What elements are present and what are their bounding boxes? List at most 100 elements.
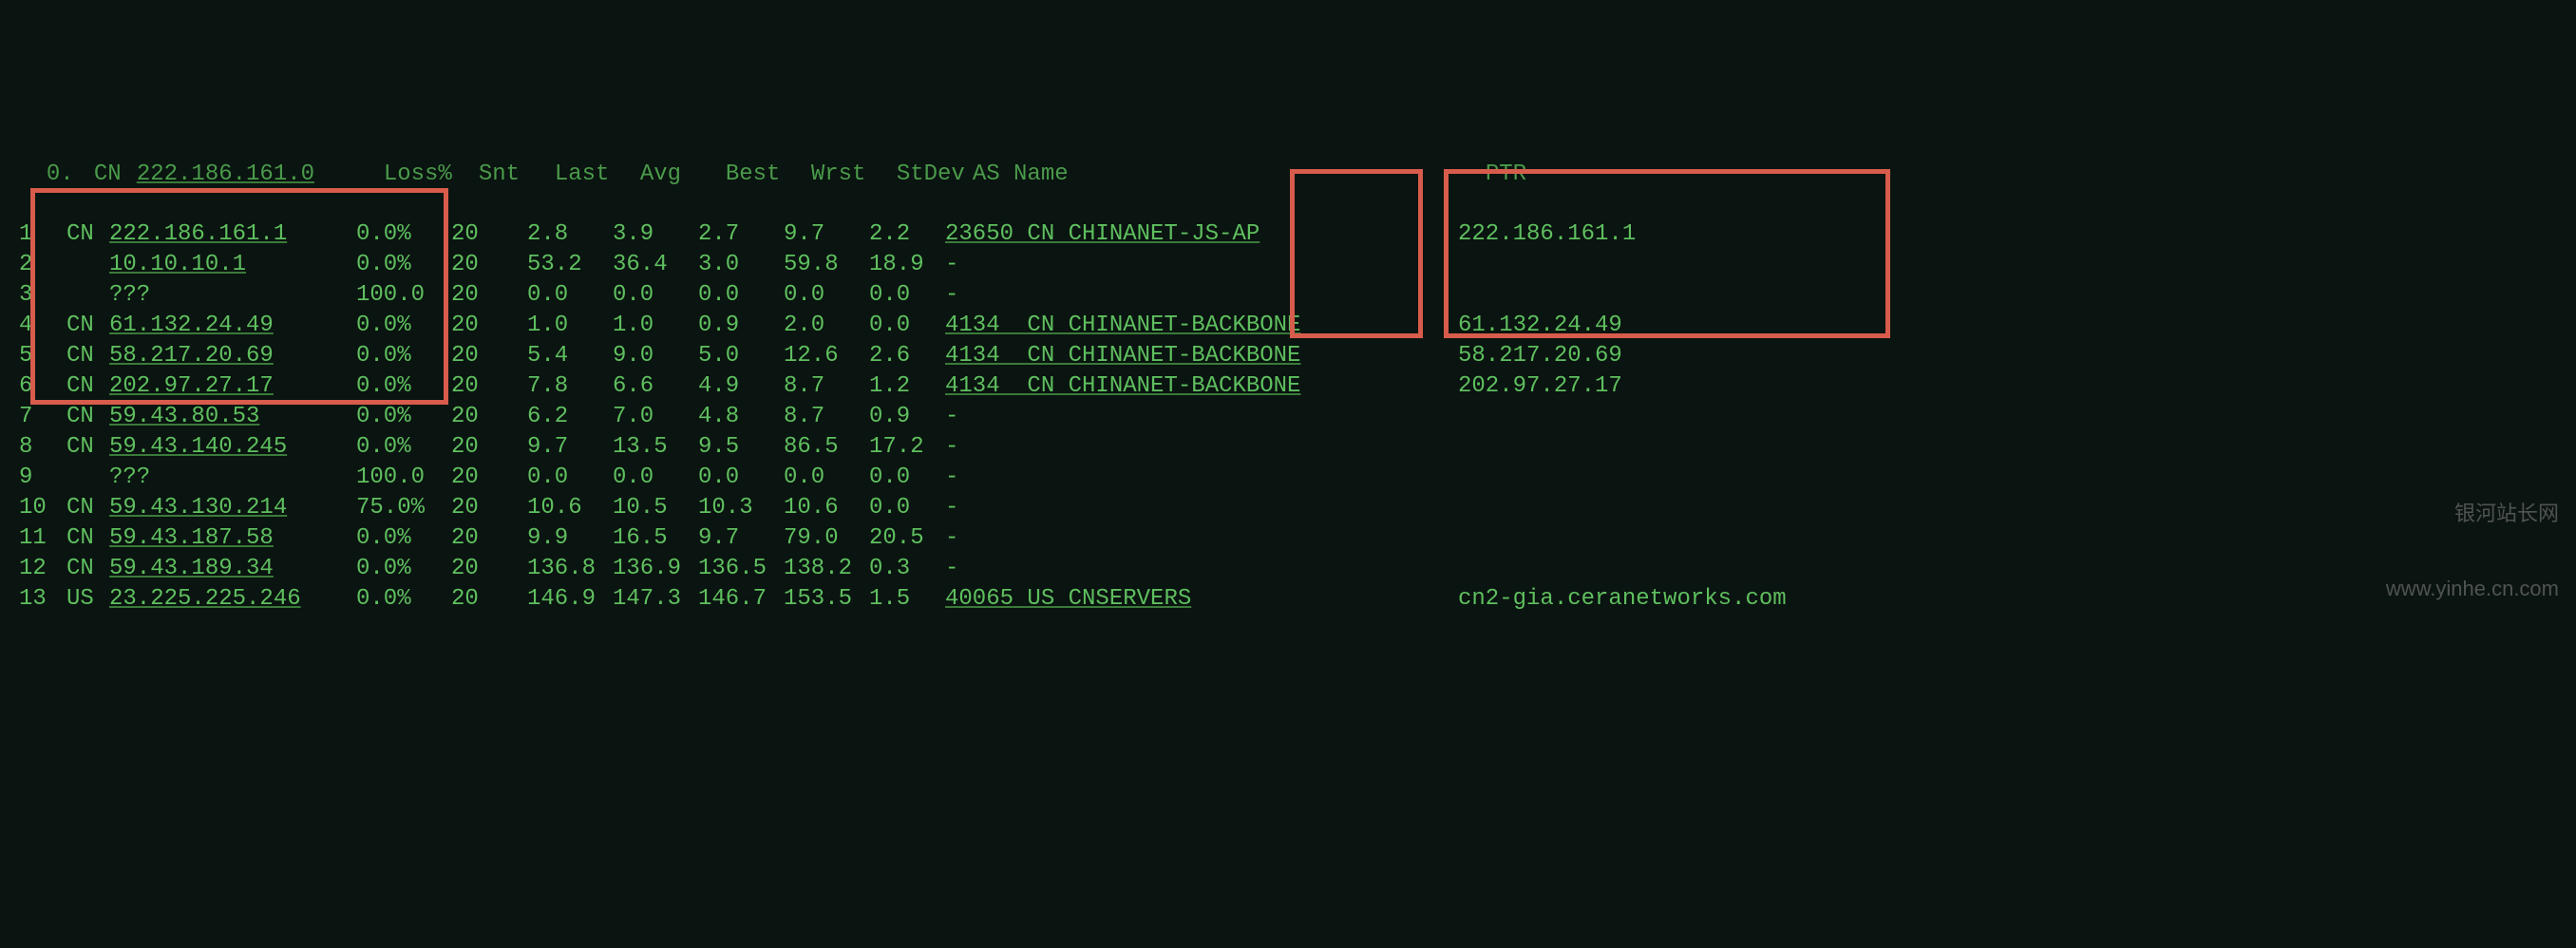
cell-last: 2.8: [527, 219, 613, 250]
cell-stdev: 18.9: [869, 250, 945, 280]
cell-ptr: cn2-gia.ceranetworks.com: [1458, 584, 1787, 615]
cell-snt: 20: [451, 584, 527, 615]
cell-loss: 0.0%: [356, 584, 451, 615]
cell-wrst: 79.0: [784, 523, 869, 554]
cell-hop: 13: [19, 584, 66, 615]
cell-avg: 1.0: [613, 311, 698, 341]
cell-snt: 20: [451, 250, 527, 280]
cell-loss: 0.0%: [356, 341, 451, 371]
cell-ip: 202.97.27.17: [109, 371, 356, 402]
cell-avg: 6.6: [613, 371, 698, 402]
cell-loss: 0.0%: [356, 250, 451, 280]
cell-ip: 23.225.225.246: [109, 584, 356, 615]
cell-avg: 7.0: [613, 402, 698, 432]
cell-asname: -: [945, 554, 1458, 584]
cell-cc: CN: [66, 432, 109, 463]
cell-best: 0.0: [698, 280, 784, 311]
cell-last: 136.8: [527, 554, 613, 584]
cell-asname: 4134 CN CHINANET-BACKBONE: [945, 371, 1458, 402]
cell-cc: CN: [66, 371, 109, 402]
watermark-line2: www.yinhe.cn.com: [2386, 577, 2559, 601]
cell-best: 146.7: [698, 584, 784, 615]
cell-ptr: 202.97.27.17: [1458, 371, 1622, 402]
cell-hop: 12: [19, 554, 66, 584]
hdr-ip: 222.186.161.0: [137, 160, 384, 190]
cell-best: 4.8: [698, 402, 784, 432]
cell-ip: ???: [109, 463, 356, 493]
cell-best: 0.9: [698, 311, 784, 341]
table-row: 3???100.0200.00.00.00.00.0-: [19, 280, 2557, 311]
cell-avg: 0.0: [613, 463, 698, 493]
cell-best: 4.9: [698, 371, 784, 402]
cell-stdev: 1.5: [869, 584, 945, 615]
cell-asname: 4134 CN CHINANET-BACKBONE: [945, 341, 1458, 371]
cell-stdev: 1.2: [869, 371, 945, 402]
cell-hop: 9: [19, 463, 66, 493]
cell-snt: 20: [451, 432, 527, 463]
watermark-line1: 银河站长网: [2386, 502, 2559, 526]
cell-best: 5.0: [698, 341, 784, 371]
cell-last: 10.6: [527, 493, 613, 523]
table-row: 210.10.10.10.0%2053.236.43.059.818.9-: [19, 250, 2557, 280]
cell-asname: -: [945, 523, 1458, 554]
cell-asname: 23650 CN CHINANET-JS-AP: [945, 219, 1458, 250]
cell-hop: 2: [19, 250, 66, 280]
cell-cc: CN: [66, 554, 109, 584]
hdr-wrst: Wrst: [811, 160, 897, 190]
cell-snt: 20: [451, 219, 527, 250]
cell-avg: 136.9: [613, 554, 698, 584]
cell-stdev: 2.2: [869, 219, 945, 250]
cell-ip: 59.43.80.53: [109, 402, 356, 432]
cell-last: 146.9: [527, 584, 613, 615]
cell-snt: 20: [451, 523, 527, 554]
cell-snt: 20: [451, 311, 527, 341]
header-row: 0.CN222.186.161.0Loss%SntLastAvgBestWrst…: [19, 129, 2557, 160]
cell-stdev: 0.0: [869, 463, 945, 493]
cell-snt: 20: [451, 402, 527, 432]
cell-avg: 16.5: [613, 523, 698, 554]
cell-asname: -: [945, 250, 1458, 280]
cell-best: 9.7: [698, 523, 784, 554]
cell-asname: -: [945, 493, 1458, 523]
cell-avg: 10.5: [613, 493, 698, 523]
cell-ptr: 222.186.161.1: [1458, 219, 1636, 250]
cell-asname: 40065 US CNSERVERS: [945, 584, 1458, 615]
cell-wrst: 8.7: [784, 371, 869, 402]
cell-cc: CN: [66, 341, 109, 371]
cell-ptr: 61.132.24.49: [1458, 311, 1622, 341]
cell-wrst: 86.5: [784, 432, 869, 463]
cell-last: 5.4: [527, 341, 613, 371]
table-row: 4CN61.132.24.490.0%201.01.00.92.00.04134…: [19, 311, 2557, 341]
table-row: 1CN222.186.161.10.0%202.83.92.79.72.2236…: [19, 219, 2557, 250]
cell-cc: CN: [66, 219, 109, 250]
cell-last: 53.2: [527, 250, 613, 280]
table-row: 6CN202.97.27.170.0%207.86.64.98.71.24134…: [19, 371, 2557, 402]
cell-hop: 1: [19, 219, 66, 250]
cell-wrst: 12.6: [784, 341, 869, 371]
cell-stdev: 0.3: [869, 554, 945, 584]
cell-last: 9.9: [527, 523, 613, 554]
hdr-best: Best: [726, 160, 811, 190]
cell-stdev: 0.0: [869, 280, 945, 311]
table-row: 10CN59.43.130.21475.0%2010.610.510.310.6…: [19, 493, 2557, 523]
cell-asname: 4134 CN CHINANET-BACKBONE: [945, 311, 1458, 341]
cell-best: 0.0: [698, 463, 784, 493]
cell-wrst: 2.0: [784, 311, 869, 341]
table-row: 5CN58.217.20.690.0%205.49.05.012.62.6413…: [19, 341, 2557, 371]
cell-ip: 10.10.10.1: [109, 250, 356, 280]
cell-asname: -: [945, 402, 1458, 432]
cell-ip: 61.132.24.49: [109, 311, 356, 341]
cell-last: 7.8: [527, 371, 613, 402]
cell-stdev: 0.9: [869, 402, 945, 432]
hdr-ptr: PTR: [1486, 160, 1526, 190]
hdr-cc: CN: [94, 160, 137, 190]
cell-hop: 5: [19, 341, 66, 371]
cell-last: 9.7: [527, 432, 613, 463]
cell-ptr: 58.217.20.69: [1458, 341, 1622, 371]
hdr-last: Last: [555, 160, 640, 190]
hdr-asname: AS Name: [973, 160, 1486, 190]
cell-hop: 7: [19, 402, 66, 432]
cell-loss: 75.0%: [356, 493, 451, 523]
cell-avg: 9.0: [613, 341, 698, 371]
cell-cc: CN: [66, 523, 109, 554]
